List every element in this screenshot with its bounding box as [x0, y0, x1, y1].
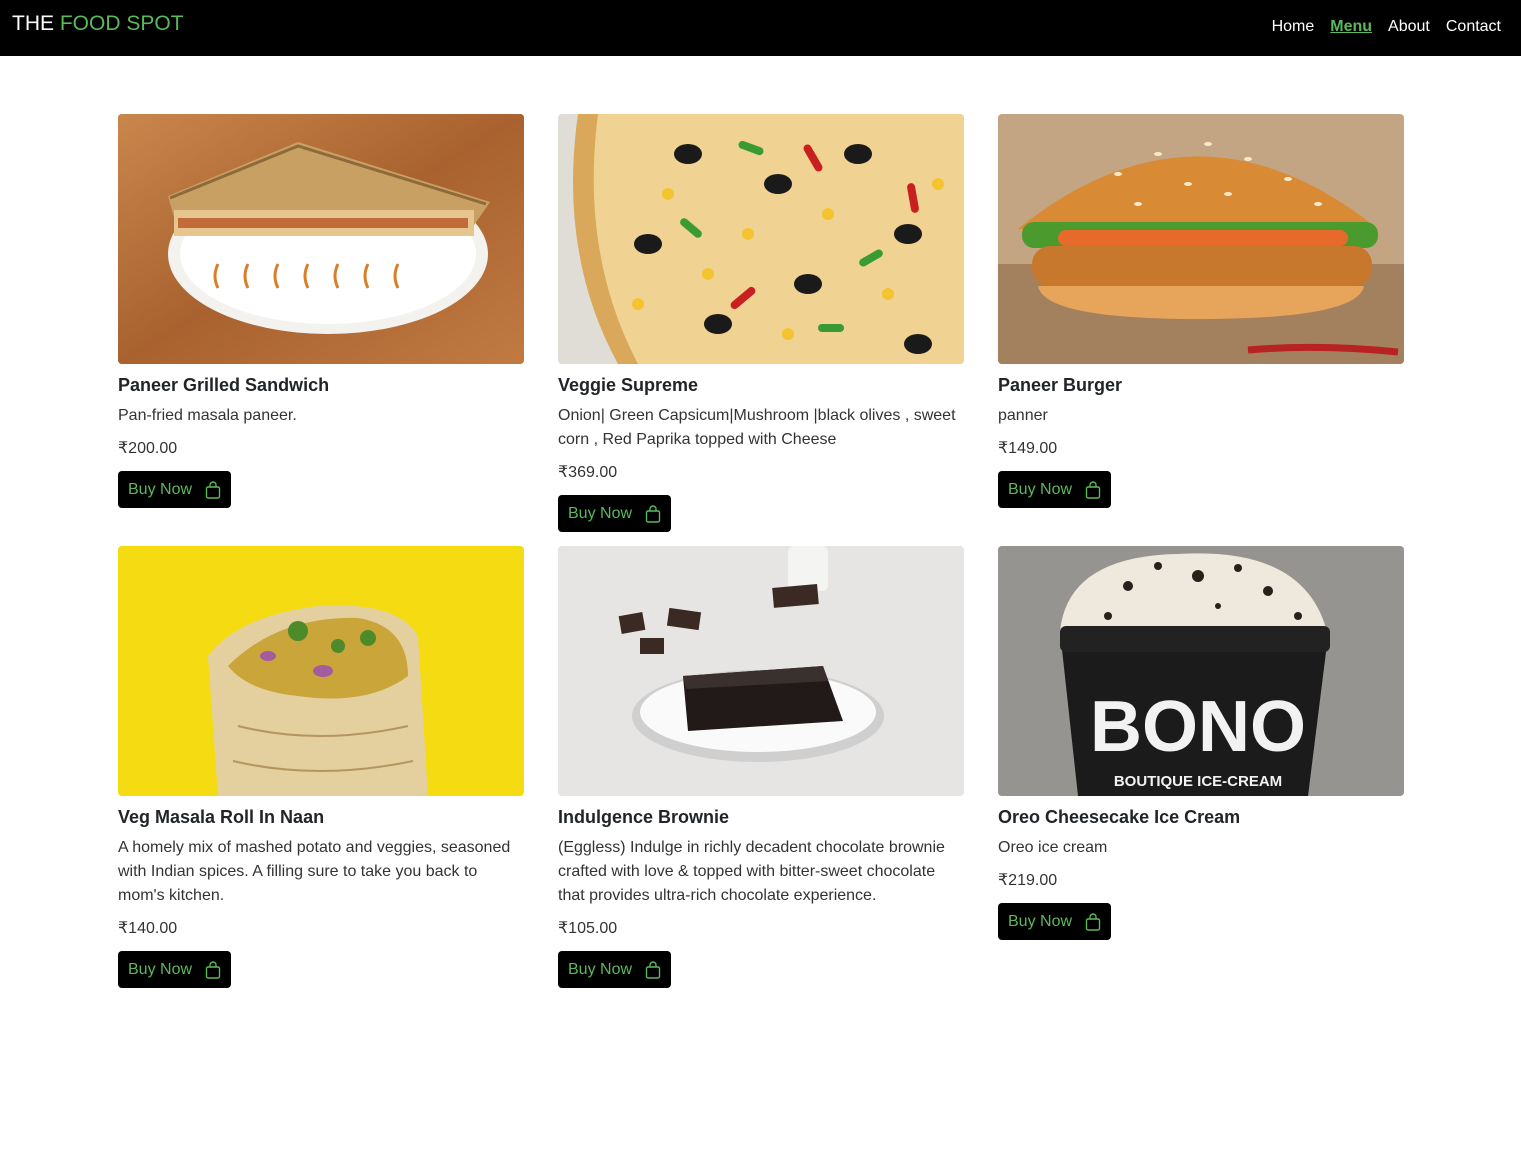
nav-link-home[interactable]: Home	[1272, 17, 1315, 37]
card-description: panner	[998, 407, 1048, 424]
card-title: Paneer Grilled Sandwich	[118, 375, 330, 395]
card-price: ₹369.00	[558, 464, 618, 481]
brownie-image	[558, 546, 964, 796]
buy-now-label: Buy Now	[1008, 912, 1073, 930]
card-title: Indulgence Brownie	[558, 807, 730, 827]
menu-card: Paneer Burger panner ₹149.00 Buy Now	[998, 114, 1404, 532]
pizza-image	[558, 114, 964, 364]
brand-accent: FOOD SPOT	[59, 12, 184, 35]
menu-card: Paneer Grilled Sandwich Pan-fried masala…	[118, 114, 524, 532]
card-price: ₹219.00	[998, 872, 1058, 889]
card-title: Oreo Cheesecake Ice Cream	[998, 807, 1241, 827]
buy-now-button[interactable]: Buy Now	[998, 471, 1112, 508]
brand-prefix: THE	[12, 12, 54, 35]
menu-card: Veg Masala Roll In Naan A homely mix of …	[118, 546, 524, 988]
buy-now-button[interactable]: Buy Now	[558, 495, 672, 532]
card-price: ₹140.00	[118, 920, 178, 937]
sandwich-image	[118, 114, 524, 364]
buy-now-label: Buy Now	[128, 960, 193, 978]
roll-image	[118, 546, 524, 796]
card-title: Veggie Supreme	[558, 375, 699, 395]
shopping-bag-icon	[1085, 480, 1101, 499]
cup-tagline-text: BOUTIQUE ICE-CREAM	[1114, 773, 1282, 790]
card-description: Onion| Green Capsicum|Mushroom |black ol…	[558, 407, 956, 448]
nav-link-menu[interactable]: Menu	[1330, 17, 1372, 37]
buy-now-button[interactable]: Buy Now	[118, 951, 232, 988]
buy-now-button[interactable]: Buy Now	[998, 903, 1112, 940]
card-price: ₹105.00	[558, 920, 618, 937]
menu-grid: Paneer Grilled Sandwich Pan-fried masala…	[118, 114, 1404, 988]
card-description: A homely mix of mashed potato and veggie…	[118, 839, 511, 904]
buy-now-label: Buy Now	[128, 480, 193, 498]
nav-link-about[interactable]: About	[1388, 17, 1430, 37]
nav-link-contact[interactable]: Contact	[1446, 17, 1501, 37]
card-description: Pan-fried masala paneer.	[118, 407, 297, 424]
cup-brand-text: BONO	[1090, 687, 1306, 767]
card-price: ₹200.00	[118, 440, 178, 457]
ice-cream-image: BONO BOUTIQUE ICE-CREAM	[998, 546, 1404, 796]
card-price: ₹149.00	[998, 440, 1058, 457]
shopping-bag-icon	[645, 504, 661, 523]
nav-links: Home Menu About Contact	[1272, 17, 1501, 37]
buy-now-label: Buy Now	[568, 960, 633, 978]
buy-now-label: Buy Now	[568, 504, 633, 522]
card-title: Veg Masala Roll In Naan	[118, 807, 325, 827]
card-description: Oreo ice cream	[998, 839, 1108, 856]
buy-now-button[interactable]: Buy Now	[558, 951, 672, 988]
shopping-bag-icon	[205, 480, 221, 499]
buy-now-button[interactable]: Buy Now	[118, 471, 232, 508]
card-description: (Eggless) Indulge in richly decadent cho…	[558, 839, 945, 904]
menu-card: Veggie Supreme Onion| Green Capsicum|Mus…	[558, 114, 964, 532]
navbar: THE FOOD SPOT Home Menu About Contact	[0, 0, 1521, 56]
shopping-bag-icon	[645, 960, 661, 979]
shopping-bag-icon	[1085, 912, 1101, 931]
card-title: Paneer Burger	[998, 375, 1123, 395]
menu-card: BONO BOUTIQUE ICE-CREAM Oreo Cheesecake …	[998, 546, 1404, 988]
brand-logo[interactable]: THE FOOD SPOT	[12, 11, 184, 37]
burger-image	[998, 114, 1404, 364]
menu-card: Indulgence Brownie (Eggless) Indulge in …	[558, 546, 964, 988]
buy-now-label: Buy Now	[1008, 480, 1073, 498]
shopping-bag-icon	[205, 960, 221, 979]
